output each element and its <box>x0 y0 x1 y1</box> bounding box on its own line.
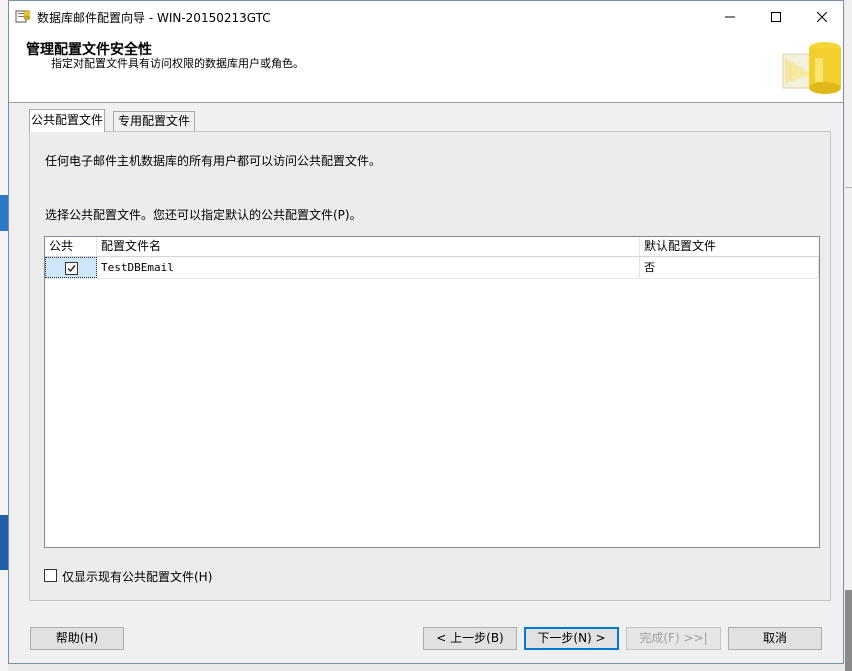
background-gray-block <box>845 590 852 671</box>
next-button[interactable]: 下一步(N) > <box>524 627 619 650</box>
tab-private-profiles[interactable]: 专用配置文件 <box>113 111 195 131</box>
public-checkbox[interactable] <box>65 262 78 275</box>
column-header-profile-name[interactable]: 配置文件名 <box>97 237 640 256</box>
public-cell[interactable] <box>45 257 97 278</box>
column-header-public[interactable]: 公共 <box>45 237 97 256</box>
profile-name-cell[interactable]: TestDBEmail <box>97 257 640 278</box>
column-header-default-profile[interactable]: 默认配置文件 <box>640 237 819 256</box>
wizard-header: 管理配置文件安全性 指定对配置文件具有访问权限的数据库用户或角色。 <box>9 32 843 103</box>
tab-public-profiles[interactable]: 公共配置文件 <box>29 109 105 132</box>
panel-description: 任何电子邮件主机数据库的所有用户都可以访问公共配置文件。 <box>45 154 382 168</box>
background-divider <box>845 187 852 188</box>
back-button[interactable]: < 上一步(B) <box>423 627 517 650</box>
checkmark-icon <box>67 265 76 273</box>
maximize-button[interactable] <box>753 1 799 32</box>
database-mail-banner-icon <box>781 34 843 98</box>
window-title: 数据库邮件配置向导 - WIN-20150213GTC <box>37 11 271 25</box>
close-button[interactable] <box>799 1 845 32</box>
public-profiles-panel: 任何电子邮件主机数据库的所有用户都可以访问公共配置文件。 选择公共配置文件。您还… <box>29 131 831 601</box>
close-icon <box>817 11 827 22</box>
background-selection <box>0 195 8 231</box>
minimize-icon <box>725 16 735 17</box>
background-app-left <box>0 0 8 671</box>
finish-button[interactable]: 完成(F) >>| <box>626 627 721 650</box>
default-profile-cell[interactable]: 否 <box>640 257 819 278</box>
background-app-right <box>845 0 852 671</box>
title-bar[interactable]: 数据库邮件配置向导 - WIN-20150213GTC <box>9 1 843 32</box>
help-button[interactable]: 帮助(H) <box>30 627 124 650</box>
grid-header: 公共 配置文件名 默认配置文件 <box>45 237 819 257</box>
profiles-grid[interactable]: 公共 配置文件名 默认配置文件 TestDBEmail 否 <box>44 236 820 548</box>
panel-instruction: 选择公共配置文件。您还可以指定默认的公共配置文件(P)。 <box>45 208 362 222</box>
minimize-button[interactable] <box>707 1 753 32</box>
cancel-button[interactable]: 取消 <box>728 627 822 650</box>
database-mail-icon <box>15 10 31 23</box>
maximize-icon <box>771 11 781 22</box>
wizard-dialog: 数据库邮件配置向导 - WIN-20150213GTC 管理配置文件安全性 指定… <box>8 0 844 664</box>
background-blue-bar <box>0 515 8 570</box>
table-row[interactable]: TestDBEmail 否 <box>45 257 819 279</box>
page-subtitle: 指定对配置文件具有访问权限的数据库用户或角色。 <box>51 57 304 70</box>
only-public-label[interactable]: 仅显示现有公共配置文件(H) <box>62 568 212 585</box>
only-public-checkbox[interactable] <box>44 569 57 582</box>
